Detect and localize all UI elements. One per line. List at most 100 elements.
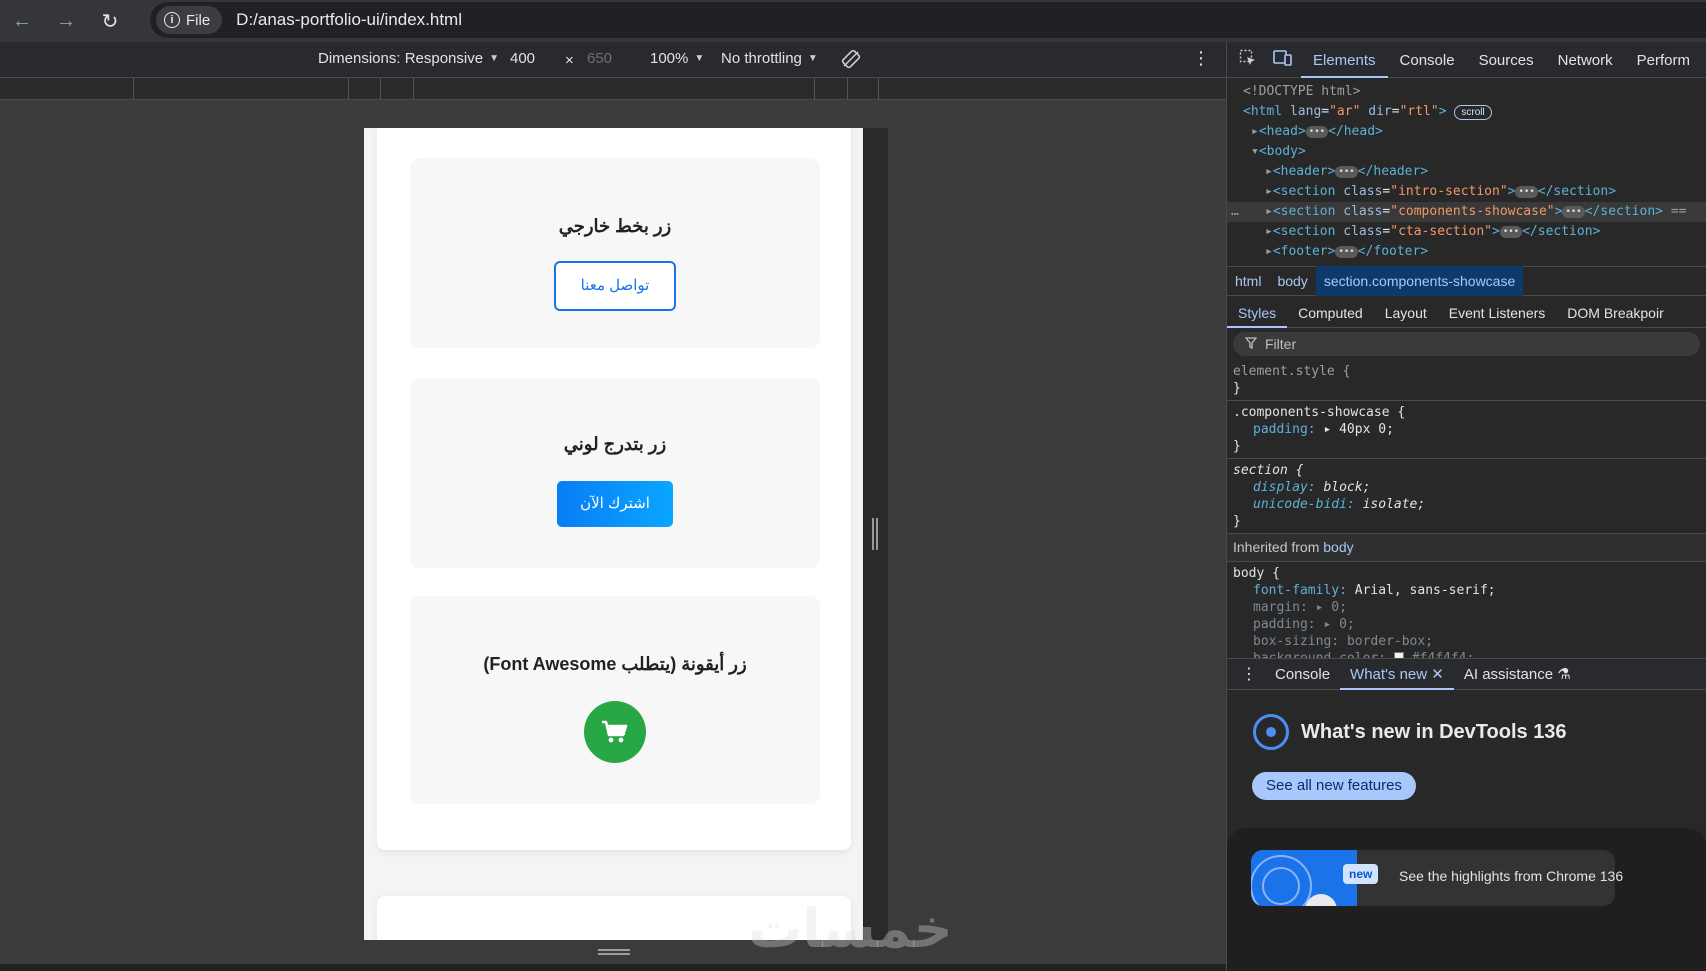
whats-new-title: What's new in DevTools 136: [1301, 720, 1567, 743]
devtools-tabbar: Elements Console Sources Network Perform: [1227, 42, 1706, 78]
url-text[interactable]: D:/anas-portfolio-ui/index.html: [236, 10, 462, 30]
caret-down-icon: ▾: [1251, 144, 1259, 159]
chrome-logo-icon: [1253, 714, 1289, 750]
back-arrow-icon[interactable]: ←: [0, 0, 44, 42]
dom-doctype[interactable]: <!DOCTYPE html>: [1227, 82, 1706, 102]
rule-body[interactable]: body { font-family: Arial, sans-serif; m…: [1227, 562, 1706, 670]
times-sign: ×: [565, 52, 574, 69]
throttling-value: No throttling: [721, 50, 802, 67]
reload-icon[interactable]: ↻: [88, 0, 132, 42]
inspect-element-icon[interactable]: [1227, 49, 1265, 70]
tab-network[interactable]: Network: [1546, 42, 1625, 78]
caret-right-icon: ▸: [1265, 224, 1273, 239]
more-dots-icon: …: [1231, 204, 1239, 219]
subscribe-now-button[interactable]: اشترك الآن: [557, 481, 673, 527]
height-resize-handle[interactable]: [598, 949, 630, 955]
dom-cta-section[interactable]: ▸<section class="cta-section"> ••• </secti…: [1227, 222, 1706, 242]
dom-header[interactable]: ▸<header> ••• </header>: [1227, 162, 1706, 182]
caret-right-icon: ▸: [1265, 244, 1273, 259]
rotate-icon[interactable]: [840, 48, 862, 70]
tab-computed[interactable]: Computed: [1287, 296, 1374, 328]
close-icon[interactable]: ✕: [1431, 666, 1444, 683]
filter-icon: [1244, 336, 1258, 352]
cart-button[interactable]: [584, 701, 646, 763]
tab-sources[interactable]: Sources: [1467, 42, 1546, 78]
address-bar[interactable]: i File D:/anas-portfolio-ui/index.html: [150, 2, 1706, 38]
tab-layout[interactable]: Layout: [1374, 296, 1438, 328]
dom-intro-section[interactable]: ▸<section class="intro-section"> ••• </sec…: [1227, 182, 1706, 202]
drawer-tabbar: ⋮ Console What's new ✕ AI assistance ⚗: [1227, 658, 1706, 690]
highlight-item[interactable]: new See the highlights from Chrome 136: [1251, 850, 1623, 906]
inherited-body-link[interactable]: body: [1323, 539, 1353, 555]
whats-new-heading: What's new in DevTools 136: [1253, 714, 1567, 750]
caret-right-icon: ▸: [1265, 164, 1273, 179]
watermark-text: خمسات: [748, 897, 953, 960]
tab-styles[interactable]: Styles: [1227, 296, 1288, 328]
caret-down-icon: ▼: [694, 53, 705, 64]
drawer-tab-whats-new[interactable]: What's new ✕: [1340, 658, 1454, 690]
styles-filter-input[interactable]: Filter: [1233, 332, 1700, 356]
more-options-icon[interactable]: ⋮: [1192, 48, 1210, 69]
forward-arrow-icon[interactable]: →: [44, 0, 88, 42]
flask-icon: ⚗: [1557, 666, 1571, 683]
rule-section[interactable]: section { display: block; unicode-bidi: …: [1227, 459, 1706, 534]
dom-tree: <!DOCTYPE html> <html lang="ar" dir="rtl…: [1227, 78, 1706, 266]
shopping-cart-icon: [602, 720, 628, 743]
height-input[interactable]: 650: [587, 50, 612, 67]
scroll-badge[interactable]: scroll: [1454, 105, 1492, 120]
viewport-stage: زر بخط خارجي تواصل معنا زر بتدرج لوني اش…: [0, 100, 1226, 971]
styles-subtabs: Styles Computed Layout Event Listeners D…: [1227, 296, 1706, 328]
see-all-features-button[interactable]: See all new features: [1252, 772, 1416, 800]
breadcrumb-section[interactable]: section.components-showcase: [1315, 266, 1524, 296]
dom-components-showcase[interactable]: … ▸<section class="components-showcase">…: [1227, 202, 1706, 222]
highlight-card: new See the highlights from Chrome 136: [1227, 828, 1706, 971]
drawer-menu-icon[interactable]: ⋮: [1227, 664, 1265, 684]
caret-down-icon: ▼: [489, 53, 499, 64]
tab-performance[interactable]: Perform: [1625, 42, 1702, 78]
breadcrumb-html[interactable]: html: [1227, 266, 1269, 296]
caret-right-icon: ▸: [1265, 184, 1273, 199]
filter-placeholder: Filter: [1265, 336, 1297, 352]
file-label: File: [186, 11, 211, 29]
inherited-from-body: Inherited from body: [1227, 534, 1706, 562]
rule-components-showcase[interactable]: .components-showcase { padding: ▸ 40px 0…: [1227, 401, 1706, 459]
tab-console[interactable]: Console: [1388, 42, 1467, 78]
devtools-panel: Elements Console Sources Network Perform…: [1226, 42, 1706, 971]
drawer-tab-console[interactable]: Console: [1265, 658, 1340, 690]
info-icon: i: [164, 12, 180, 28]
new-badge: new: [1343, 864, 1379, 884]
tab-dom-breakpoints[interactable]: DOM Breakpoir: [1556, 296, 1674, 328]
dom-body[interactable]: ▾<body>: [1227, 142, 1706, 162]
width-input[interactable]: 400: [510, 50, 535, 67]
caret-right-icon: ▸: [1265, 204, 1273, 219]
site-info-chip[interactable]: i File: [156, 6, 223, 34]
width-resize-handle[interactable]: [872, 518, 878, 550]
dimensions-label: Dimensions: Responsive: [318, 50, 484, 67]
device-toolbar: Dimensions: Responsive ▼ 400 × 650 100% …: [0, 42, 1226, 78]
dom-head[interactable]: ▸<head> ••• </head>: [1227, 122, 1706, 142]
caret-right-icon: ▸: [1251, 124, 1259, 139]
whats-new-panel: What's new in DevTools 136 See all new f…: [1227, 690, 1706, 971]
media-query-ruler: [0, 78, 1226, 100]
throttling-select[interactable]: No throttling ▼: [721, 50, 818, 67]
caret-down-icon: ▼: [807, 53, 818, 64]
dom-html[interactable]: <html lang="ar" dir="rtl"> scroll: [1227, 102, 1706, 122]
icon-title: زر أيقونة (يتطلب Font Awesome): [483, 654, 747, 674]
outline-title: زر بخط خارجي: [558, 216, 672, 236]
breadcrumb-body[interactable]: body: [1269, 266, 1315, 296]
demo-card-gradient: زر بتدرج لوني اشترك الآن: [410, 378, 820, 568]
zoom-select[interactable]: 100% ▼: [650, 50, 704, 67]
browser-toolbar: ← → ↻ i File D:/anas-portfolio-ui/index.…: [0, 0, 1706, 42]
page-viewport: زر بخط خارجي تواصل معنا زر بتدرج لوني اش…: [364, 128, 864, 940]
drawer-tab-ai-assistance[interactable]: AI assistance ⚗: [1454, 658, 1581, 690]
contact-us-button[interactable]: تواصل معنا: [554, 261, 676, 311]
height-value: 650: [587, 50, 613, 67]
device-toggle-icon[interactable]: [1265, 49, 1301, 70]
dom-footer[interactable]: ▸<footer> ••• </footer>: [1227, 242, 1706, 262]
rule-element-style[interactable]: element.style { }: [1227, 360, 1706, 401]
bottom-strip: [0, 964, 1226, 971]
tab-event-listeners[interactable]: Event Listeners: [1438, 296, 1557, 328]
tab-elements[interactable]: Elements: [1301, 42, 1388, 78]
width-value: 400: [510, 50, 536, 67]
dimensions-select[interactable]: Dimensions: Responsive ▼: [318, 50, 499, 67]
